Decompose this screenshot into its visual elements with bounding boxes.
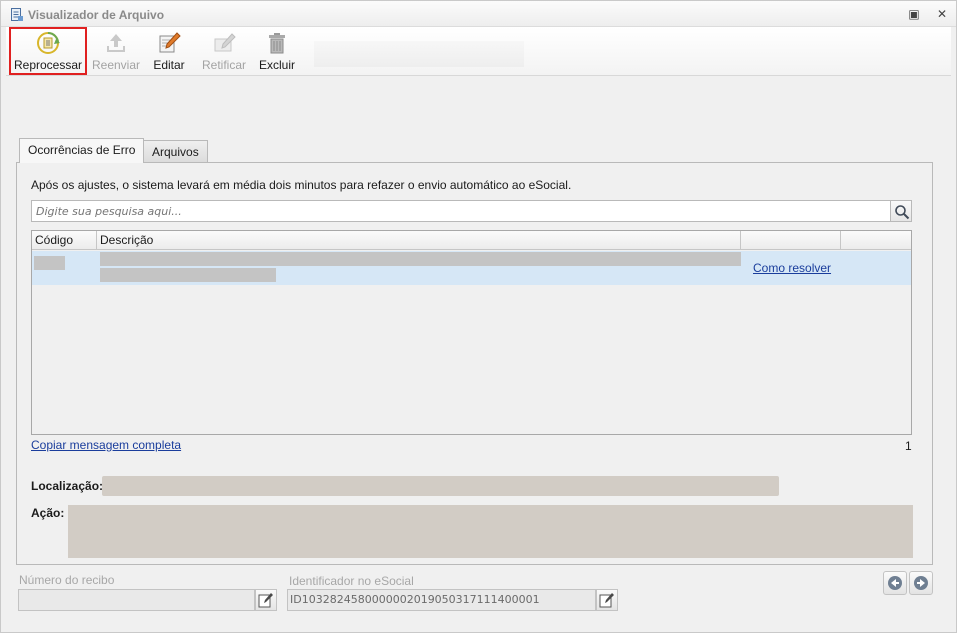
- rectify-icon: [214, 33, 236, 52]
- ocorrencias-panel: Após os ajustes, o sistema levará em méd…: [16, 162, 933, 565]
- acao-value: [68, 505, 913, 558]
- reprocess-icon: [37, 32, 60, 54]
- retificar-label: Retificar: [201, 58, 246, 72]
- retificar-button[interactable]: Retificar: [198, 27, 250, 75]
- excluir-label: Excluir: [258, 58, 295, 72]
- como-resolver-link[interactable]: Como resolver: [753, 261, 831, 275]
- identificador-caption: Identificador no eSocial: [289, 574, 414, 588]
- next-button[interactable]: [909, 571, 933, 595]
- column-action[interactable]: [741, 231, 841, 250]
- editar-button[interactable]: Editar: [148, 27, 190, 75]
- document-icon: [11, 8, 23, 21]
- table-row[interactable]: Como resolver: [32, 251, 911, 285]
- info-message: Após os ajustes, o sistema levará em méd…: [31, 178, 572, 192]
- trash-icon: [269, 33, 285, 54]
- tab-ocorrencias[interactable]: Ocorrências de Erro: [19, 138, 145, 163]
- redacted-code: [34, 256, 65, 270]
- upload-icon: [107, 34, 125, 52]
- previous-button[interactable]: [883, 571, 907, 595]
- redacted-description: [100, 252, 741, 266]
- table-header: Código Descrição: [32, 231, 911, 250]
- redacted-description-line2: [100, 268, 276, 282]
- identificador-field[interactable]: ID1032824580000002019050317111400001: [287, 589, 596, 611]
- search-icon: [895, 205, 910, 220]
- arrow-right-icon: [914, 576, 928, 590]
- editar-label: Editar: [153, 58, 185, 72]
- edit-icon: [258, 593, 273, 608]
- file-viewer-window: Visualizador de Arquivo ▣ ✕ Reprocessar …: [0, 0, 957, 633]
- toolbar-blank-area: [314, 41, 524, 67]
- search-input[interactable]: [31, 200, 891, 222]
- errors-table: Código Descrição Como resolver: [31, 230, 912, 435]
- acao-label: Ação:: [31, 506, 65, 520]
- title-bar: Visualizador de Arquivo ▣ ✕: [1, 1, 956, 27]
- column-extra[interactable]: [841, 231, 911, 250]
- copy-message-link[interactable]: Copiar mensagem completa: [31, 438, 181, 452]
- column-codigo[interactable]: Código: [32, 231, 97, 250]
- reprocessar-button[interactable]: Reprocessar: [9, 27, 87, 75]
- reenviar-button[interactable]: Reenviar: [90, 27, 142, 75]
- record-count: 1: [905, 439, 912, 453]
- reenviar-label: Reenviar: [91, 58, 141, 72]
- recibo-field[interactable]: [18, 589, 255, 611]
- tab-arquivos[interactable]: Arquivos: [143, 140, 208, 164]
- window-title: Visualizador de Arquivo: [28, 8, 165, 22]
- edit-icon: [159, 32, 181, 53]
- localizacao-value: [102, 476, 779, 496]
- arrow-left-icon: [888, 576, 902, 590]
- toolbar: Reprocessar Reenviar Editar Retificar Ex…: [6, 27, 951, 76]
- recibo-edit-button[interactable]: [255, 589, 277, 611]
- column-descricao[interactable]: Descrição: [97, 231, 741, 250]
- search-button[interactable]: [890, 200, 912, 222]
- identificador-edit-button[interactable]: [596, 589, 618, 611]
- edit-icon: [599, 593, 614, 608]
- reprocessar-label: Reprocessar: [13, 58, 83, 72]
- recibo-caption: Número do recibo: [19, 573, 115, 587]
- restore-icon[interactable]: ▣: [906, 7, 922, 21]
- localizacao-label: Localização:: [31, 479, 104, 493]
- close-icon[interactable]: ✕: [934, 7, 950, 21]
- excluir-button[interactable]: Excluir: [256, 27, 298, 75]
